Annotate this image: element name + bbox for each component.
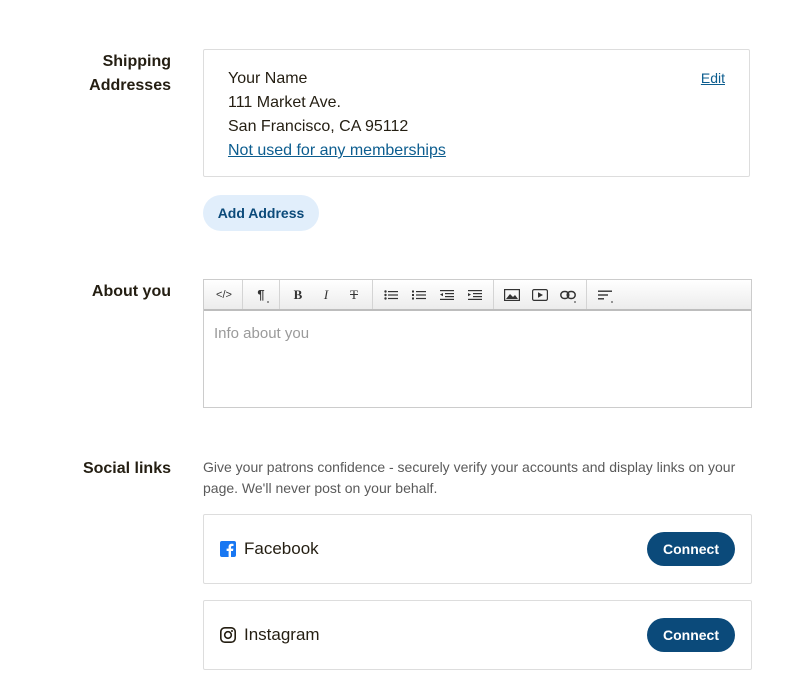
connect-instagram-button[interactable]: Connect <box>647 618 735 652</box>
link-icon[interactable] <box>554 282 582 308</box>
add-address-button[interactable]: Add Address <box>203 195 319 231</box>
shipping-section-label: Shipping Addresses <box>89 50 171 98</box>
image-icon[interactable] <box>498 282 526 308</box>
italic-icon[interactable]: I <box>312 282 340 308</box>
video-icon[interactable] <box>526 282 554 308</box>
memberships-link[interactable]: Not used for any memberships <box>228 139 725 163</box>
align-icon[interactable] <box>591 282 619 308</box>
social-description: Give your patrons confidence - securely … <box>203 459 736 496</box>
address-city: San Francisco, CA 95112 <box>228 118 409 135</box>
address-street: 111 Market Ave. <box>228 94 341 111</box>
toolbar-group-align <box>587 280 623 309</box>
about-input[interactable]: Info about you <box>204 311 751 356</box>
toolbar-group-media <box>494 280 587 309</box>
numbered-list-icon[interactable] <box>405 282 433 308</box>
outdent-icon[interactable] <box>433 282 461 308</box>
toolbar-group-paragraph: ¶ <box>243 280 280 309</box>
toolbar-group-format: B I T <box>280 280 373 309</box>
paragraph-icon[interactable]: ¶ <box>247 282 275 308</box>
bulleted-list-icon[interactable] <box>377 282 405 308</box>
address-card: Your Name 111 Market Ave. San Francisco,… <box>203 49 750 177</box>
facebook-icon <box>220 541 236 557</box>
social-card-facebook: Facebook Connect <box>203 514 752 584</box>
code-view-icon[interactable]: </> <box>210 282 238 308</box>
strikethrough-icon[interactable]: T <box>340 282 368 308</box>
indent-icon[interactable] <box>461 282 489 308</box>
social-section-label: Social links <box>82 460 171 477</box>
connect-facebook-button[interactable]: Connect <box>647 532 735 566</box>
edit-address-link[interactable]: Edit <box>701 70 725 86</box>
about-section-label: About you <box>91 283 171 300</box>
about-editor: </> ¶ B I T Info about you <box>203 279 752 408</box>
bold-icon[interactable]: B <box>284 282 312 308</box>
address-name: Your Name <box>228 70 308 87</box>
shipping-label-line2: Addresses <box>89 77 171 94</box>
toolbar-group-view: </> <box>206 280 243 309</box>
instagram-icon <box>220 627 236 643</box>
editor-toolbar: </> ¶ B I T <box>204 280 751 311</box>
social-card-instagram: Instagram Connect <box>203 600 752 670</box>
toolbar-group-lists <box>373 280 494 309</box>
shipping-label-line1: Shipping <box>102 53 171 70</box>
social-name-instagram: Instagram <box>244 625 320 644</box>
social-name-facebook: Facebook <box>244 539 319 558</box>
